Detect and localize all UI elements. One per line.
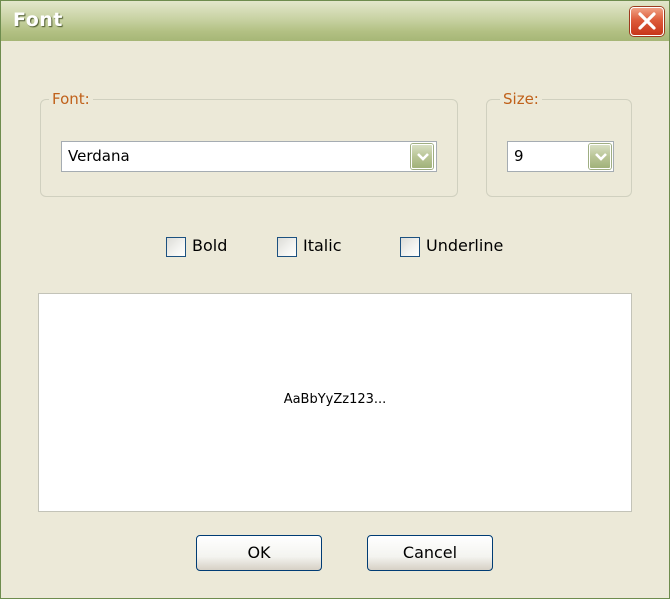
font-group: Font: Verdana [40, 89, 458, 197]
chevron-down-icon [595, 153, 607, 161]
font-select-value: Verdana [68, 147, 130, 165]
italic-checkbox[interactable]: Italic [277, 236, 367, 261]
size-group-legend: Size: [500, 89, 542, 109]
size-group: Size: 9 [486, 89, 632, 197]
preview-sample-text: AaBbYyZz123... [283, 392, 387, 407]
size-select-value: 9 [514, 147, 524, 165]
font-dialog: Font Font: Verdana Size: 9 Bold Italic U… [0, 0, 670, 599]
close-icon [638, 12, 656, 30]
italic-checkbox-label: Italic [303, 236, 342, 255]
underline-checkbox[interactable]: Underline [400, 236, 525, 261]
font-preview-area: AaBbYyZz123... [38, 293, 632, 512]
window-title: Font [13, 9, 63, 31]
size-select[interactable]: 9 [507, 141, 614, 172]
ok-button[interactable]: OK [196, 535, 322, 571]
bold-checkbox[interactable]: Bold [166, 236, 246, 261]
cancel-button[interactable]: Cancel [367, 535, 493, 571]
italic-checkbox-box[interactable] [277, 237, 297, 257]
close-button[interactable] [630, 7, 664, 36]
font-select[interactable]: Verdana [61, 141, 437, 172]
size-dropdown-button[interactable] [589, 144, 611, 169]
font-dropdown-button[interactable] [411, 144, 433, 169]
title-bar[interactable]: Font [1, 1, 669, 41]
bold-checkbox-box[interactable] [166, 237, 186, 257]
bold-checkbox-label: Bold [192, 236, 228, 255]
chevron-down-icon [417, 153, 429, 161]
underline-checkbox-box[interactable] [400, 237, 420, 257]
font-group-legend: Font: [49, 89, 93, 109]
underline-checkbox-label: Underline [426, 236, 504, 255]
